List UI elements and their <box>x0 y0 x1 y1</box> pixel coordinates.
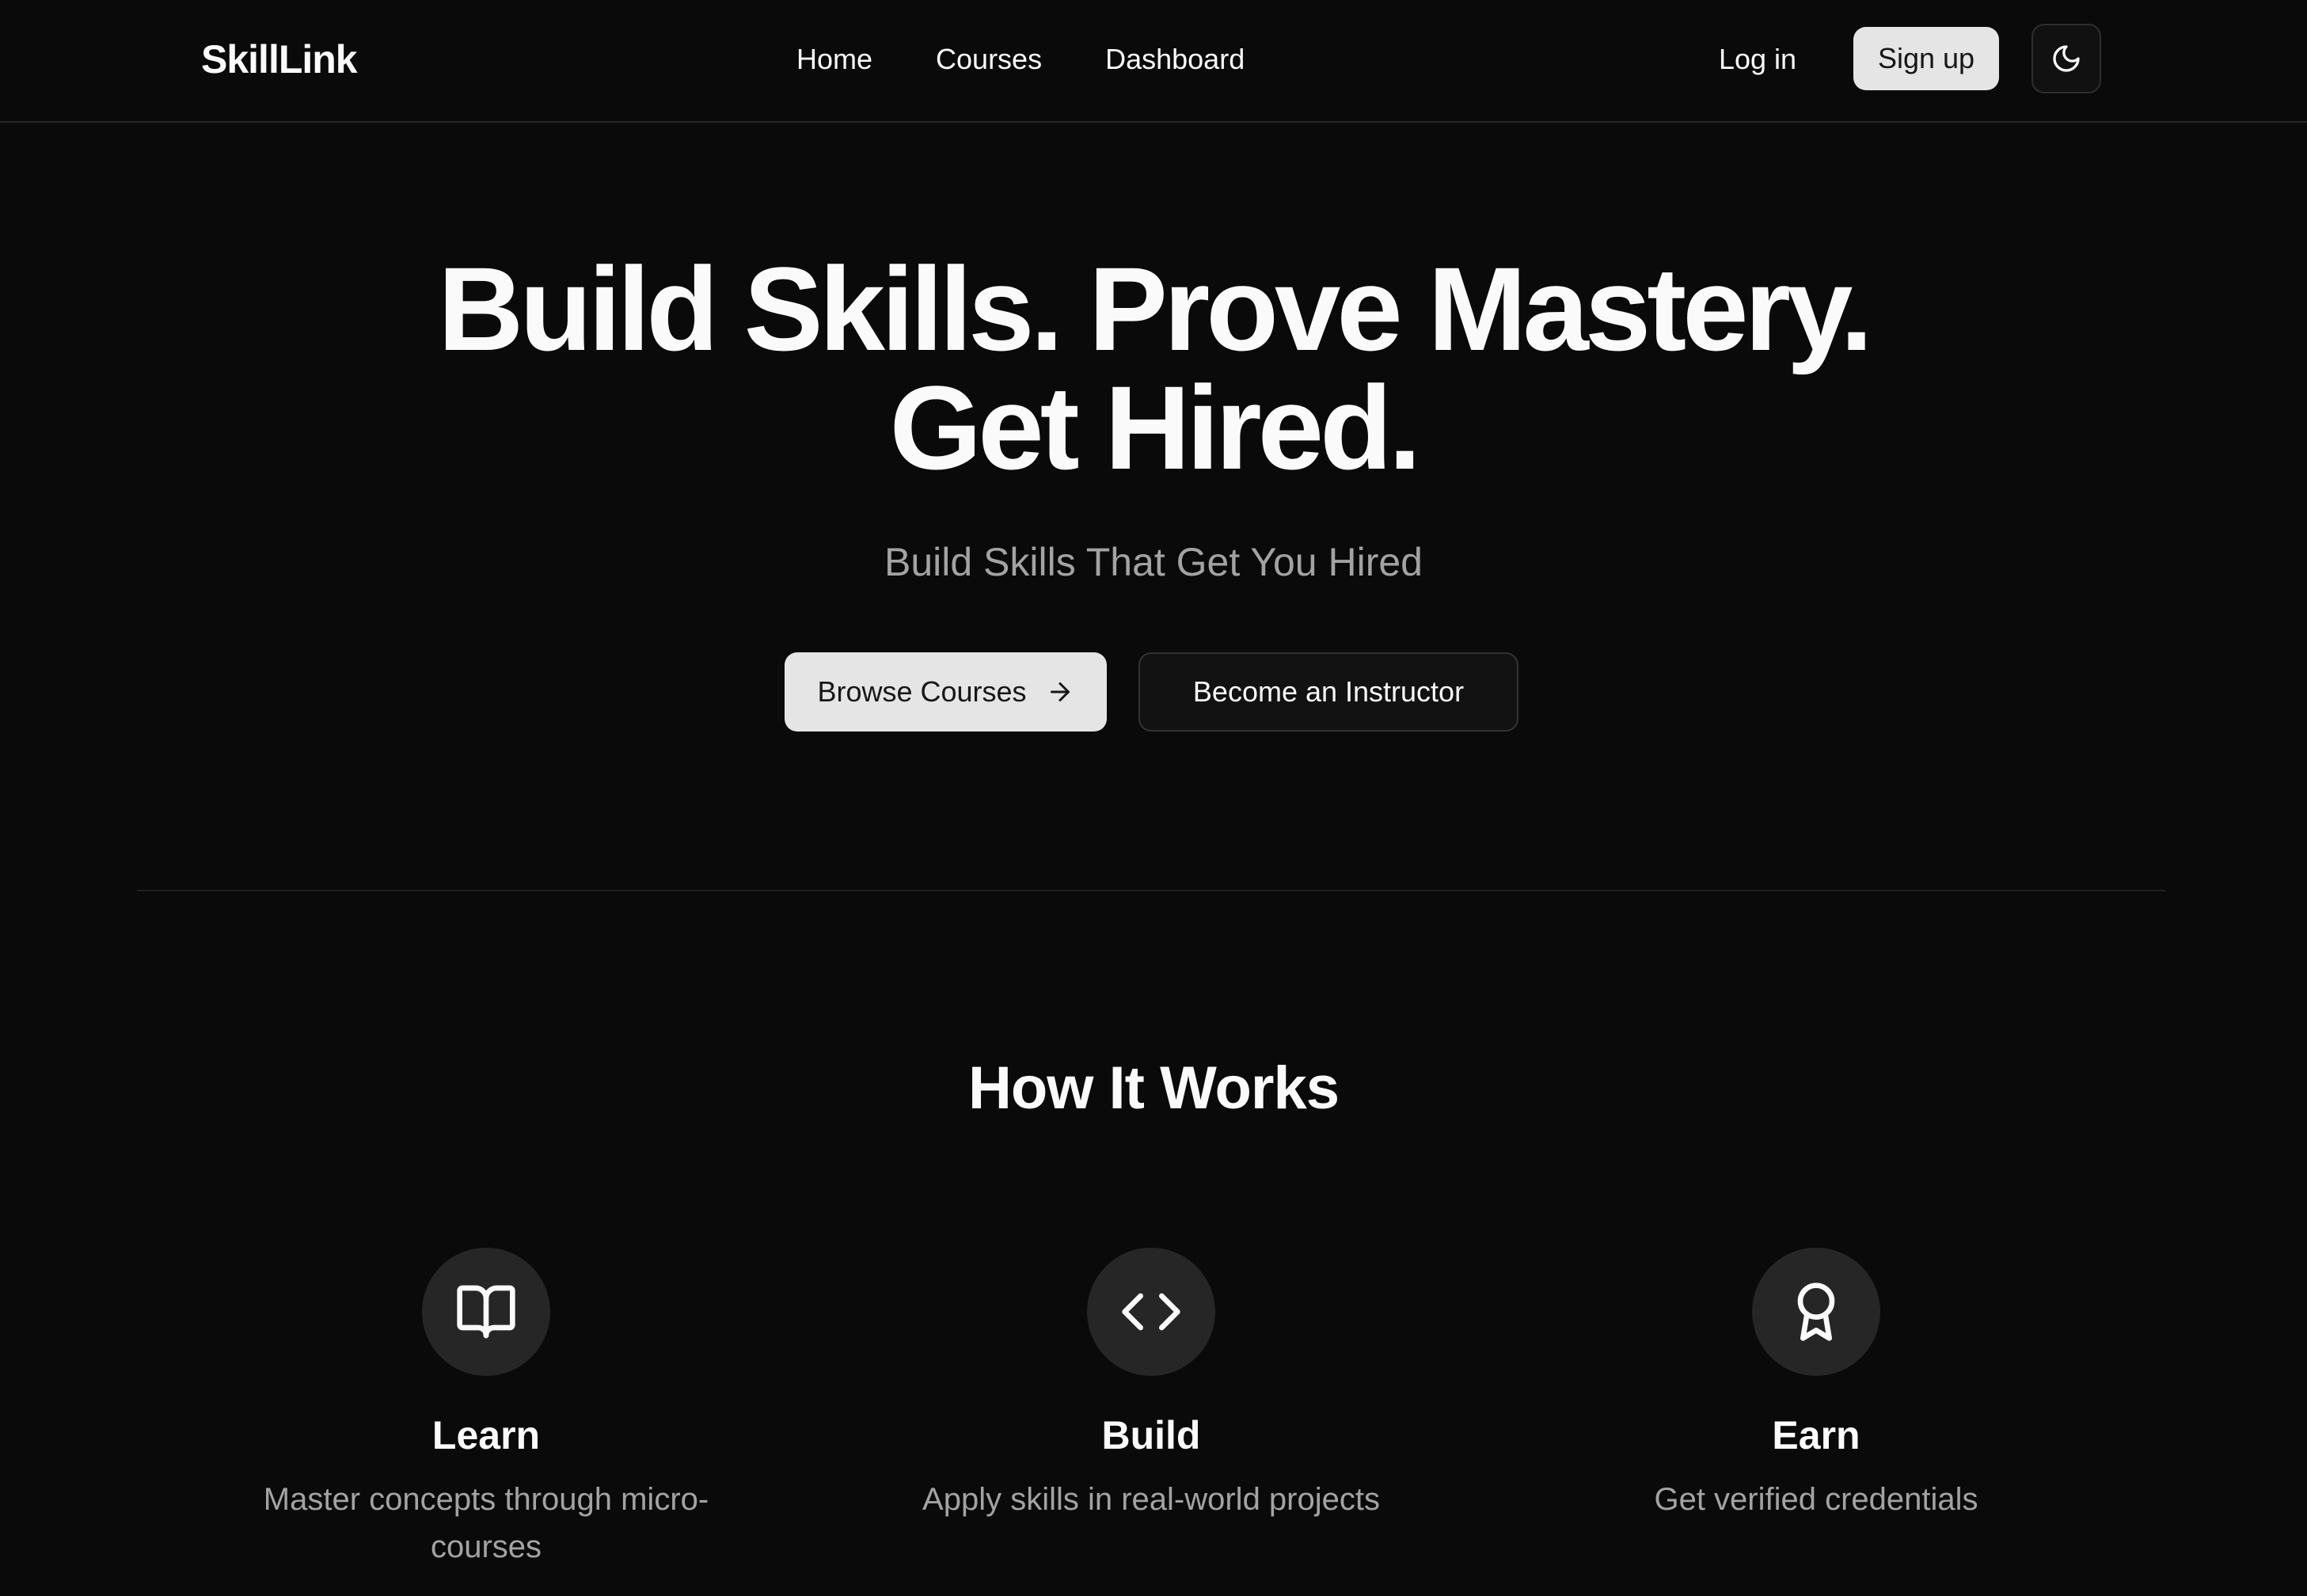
step-description: Master concepts through micro-courses <box>263 1482 709 1564</box>
hero-subtitle: Build Skills That Get You Hired <box>884 540 1423 584</box>
theme-toggle-button[interactable] <box>2031 24 2101 93</box>
section-divider <box>137 890 2165 891</box>
arrow-right-icon <box>1050 682 1070 701</box>
nav-link-courses[interactable]: Courses <box>936 35 1042 84</box>
moon-icon <box>2053 45 2080 72</box>
login-button[interactable]: Log in <box>1702 32 1813 87</box>
step-earn: Earn Get verified credentials <box>1539 1248 2093 1523</box>
step-title: Earn <box>1772 1413 1860 1457</box>
step-icon-circle <box>1752 1248 1880 1376</box>
navbar: SkillLink Home Courses Dashboard Log in … <box>0 0 2307 123</box>
code-icon <box>1122 1293 1180 1331</box>
step-title: Build <box>1101 1413 1201 1457</box>
hero-title-line-1: Build Skills. Prove Mastery. <box>438 242 1873 375</box>
how-it-works-title: How It Works <box>968 1054 1340 1122</box>
book-open-icon <box>457 1285 515 1339</box>
step-build: Build Apply skills in real-world project… <box>874 1248 1428 1523</box>
hero-title: Build Skills. Prove Mastery. Get Hired. <box>0 249 2307 487</box>
award-icon <box>1797 1282 1835 1341</box>
nav-link-home[interactable]: Home <box>796 35 872 84</box>
step-description: Get verified credentials <box>1654 1482 1978 1517</box>
step-description: Apply skills in real-world projects <box>922 1482 1380 1517</box>
hero-title-line-2: Get Hired. <box>889 361 1422 494</box>
landing-page: SkillLink Home Courses Dashboard Log in … <box>0 0 2307 1596</box>
browse-courses-label: Browse Courses <box>817 675 1027 708</box>
nav-link-dashboard[interactable]: Dashboard <box>1105 35 1245 84</box>
become-instructor-button[interactable]: Become an Instructor <box>1138 652 1518 732</box>
browse-courses-button[interactable]: Browse Courses <box>785 652 1107 732</box>
brand-logo[interactable]: SkillLink <box>201 32 358 87</box>
step-learn: Learn Master concepts through micro-cour… <box>209 1248 763 1571</box>
signup-button[interactable]: Sign up <box>1853 27 1999 90</box>
step-icon-circle <box>422 1248 550 1376</box>
step-title: Learn <box>431 1413 541 1457</box>
step-icon-circle <box>1087 1248 1215 1376</box>
main-nav: Home Courses Dashboard <box>796 35 1245 84</box>
